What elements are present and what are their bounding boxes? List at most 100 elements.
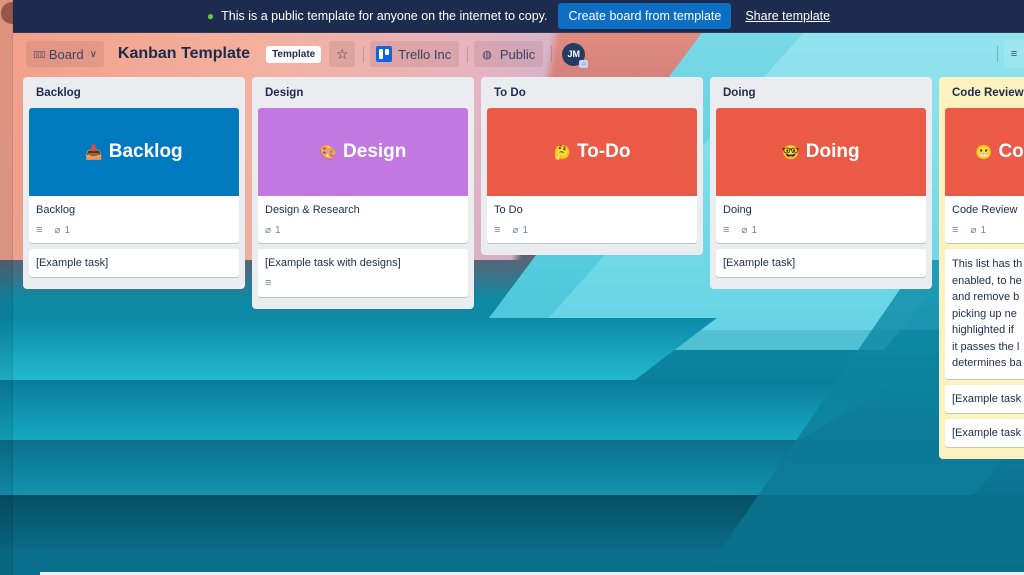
card-description-line: highlighted if — [952, 324, 1014, 336]
chevron-down-icon: ∨ — [89, 48, 97, 60]
star-board-button[interactable]: ☆ — [329, 41, 356, 67]
cover-text: To-Do — [576, 141, 631, 162]
board-view-icon: ▯▯▯ — [33, 48, 46, 59]
cover-text: Doing — [805, 141, 860, 162]
list-design: Design 🎨 Design Design & Research ⌀ 1 [E… — [252, 77, 474, 309]
card-description-line: determines ba — [952, 357, 1022, 369]
card[interactable]: [Example task] — [29, 249, 239, 277]
inbox-tray-icon: 📥 — [85, 143, 103, 160]
card-title: Code Review — [952, 204, 1018, 216]
description-icon: ≡ — [494, 224, 501, 236]
avatar-initials: JM — [567, 49, 580, 59]
card-description-line: This list has th — [952, 258, 1023, 270]
attachment-icon: ⌀ — [970, 224, 977, 236]
attachment-count: 1 — [275, 224, 281, 236]
description-icon: ≡ — [952, 224, 959, 236]
card[interactable]: 😬 Co Code Review ≡ ⌀ 1 — [945, 108, 1024, 243]
grimacing-face-icon: 😬 — [975, 143, 993, 160]
card[interactable]: 🤔 To-Do To Do ≡ ⌀ 1 — [487, 108, 697, 243]
visibility-label: Public — [499, 46, 536, 62]
card-title: [Example task — [952, 392, 1022, 405]
admin-badge-icon: ⌂ — [579, 59, 589, 68]
visibility-button[interactable]: ◍ Public — [474, 41, 544, 67]
card-title: To Do — [494, 204, 523, 216]
card[interactable]: [Example task] — [716, 249, 926, 277]
filter-button[interactable]: ≡ — [1004, 40, 1024, 68]
card-badges: ≡ ⌀ 1 — [36, 223, 232, 237]
card-badges: ≡ ⌀ 1 — [723, 223, 919, 237]
attachment-icon: ⌀ — [54, 224, 61, 236]
board-title[interactable]: Kanban Template — [118, 45, 250, 63]
header-divider — [363, 46, 365, 62]
list-to-do: To Do 🤔 To-Do To Do ≡ ⌀ 1 — [481, 77, 703, 255]
card-title: [Example task with designs] — [265, 257, 401, 269]
card[interactable]: 📥 Backlog Backlog ≡ ⌀ 1 — [29, 108, 239, 243]
card-badges: ≡ — [265, 276, 461, 290]
card-title: [Example task] — [36, 257, 109, 269]
attachment-icon: ⌀ — [265, 224, 272, 236]
list-code-review: Code Review 😬 Co Code Review ≡ ⌀ 1 This … — [939, 77, 1024, 459]
cover-text: Design — [343, 141, 407, 162]
banner-message: This is a public template for anyone on … — [221, 9, 548, 23]
cover-text: Backlog — [108, 141, 183, 162]
member-avatar[interactable]: JM ⌂ — [562, 42, 589, 68]
card-badges: ≡ ⌀ 1 — [952, 223, 1024, 237]
card-cover: 📥 Backlog — [29, 108, 239, 196]
cover-text: Co — [998, 141, 1024, 162]
description-icon: ≡ — [723, 224, 730, 236]
card-title: [Example task — [952, 426, 1022, 439]
description-icon: ≡ — [36, 224, 43, 236]
artist-palette-icon: 🎨 — [319, 143, 338, 160]
card-badges: ≡ ⌀ 1 — [494, 223, 690, 237]
card-title: Design & Research — [265, 204, 360, 216]
attachment-count: 1 — [980, 224, 987, 236]
card-title: Doing — [723, 204, 752, 216]
create-board-from-template-button[interactable]: Create board from template — [558, 3, 732, 29]
card-cover: 🎨 Design — [258, 108, 468, 196]
template-badge: Template — [266, 45, 322, 63]
card[interactable]: [Example task — [945, 384, 1024, 413]
list-doing: Doing 🤓 Doing Doing ≡ ⌀ 1 [Example task] — [710, 77, 932, 289]
list-title[interactable]: To Do — [487, 77, 697, 108]
card-description-line: enabled, to he — [952, 274, 1022, 287]
list-title[interactable]: Design — [258, 77, 468, 108]
star-icon: ☆ — [335, 45, 349, 62]
card-cover: 🤓 Doing — [716, 108, 926, 196]
thinking-face-icon: 🤔 — [553, 143, 571, 160]
card-cover: 😬 Co — [945, 108, 1024, 196]
card[interactable]: 🤓 Doing Doing ≡ ⌀ 1 — [716, 108, 926, 243]
card-description-line: picking up ne — [952, 307, 1017, 320]
attachment-count: 1 — [64, 224, 71, 236]
filter-icon: ≡ — [1010, 48, 1018, 60]
card[interactable]: [Example task — [945, 418, 1024, 447]
attachment-icon: ⌀ — [741, 224, 748, 236]
list-backlog: Backlog 📥 Backlog Backlog ≡ ⌀ 1 [Example… — [23, 77, 245, 289]
card[interactable]: This list has th enabled, to he and remo… — [945, 249, 1024, 379]
card-description-line: and remove b — [952, 291, 1020, 303]
board-lists: Backlog 📥 Backlog Backlog ≡ ⌀ 1 [Example… — [23, 77, 1024, 459]
trello-logo-icon — [376, 46, 393, 62]
list-title[interactable]: Code Review — [945, 77, 1024, 108]
header-divider — [551, 46, 553, 62]
attachment-icon: ⌀ — [512, 224, 519, 236]
card[interactable]: 🎨 Design Design & Research ⌀ 1 — [258, 108, 468, 243]
card[interactable]: [Example task with designs] ≡ — [258, 249, 468, 297]
share-template-link[interactable]: Share template — [745, 9, 830, 23]
board-view-switcher[interactable]: ▯▯▯ Board ∨ — [26, 41, 104, 67]
board-view-label: Board — [48, 46, 84, 62]
header-divider — [997, 46, 998, 62]
public-template-banner: ● This is a public template for anyone o… — [13, 0, 1024, 33]
nerd-face-icon: 🤓 — [782, 143, 800, 160]
header-divider — [467, 46, 469, 62]
globe-icon: ● — [206, 9, 215, 23]
workspace-name: Trello Inc — [398, 46, 452, 62]
card-title: [Example task] — [723, 257, 796, 269]
board-header: ▯▯▯ Board ∨ Kanban Template Template ☆ T… — [13, 34, 1024, 74]
list-title[interactable]: Backlog — [29, 77, 239, 108]
card-title: Backlog — [36, 204, 76, 216]
attachment-count: 1 — [522, 224, 529, 236]
list-title[interactable]: Doing — [716, 77, 926, 108]
workspace-button[interactable]: Trello Inc — [370, 41, 460, 67]
attachment-count: 1 — [751, 224, 758, 236]
card-cover: 🤔 To-Do — [487, 108, 697, 196]
